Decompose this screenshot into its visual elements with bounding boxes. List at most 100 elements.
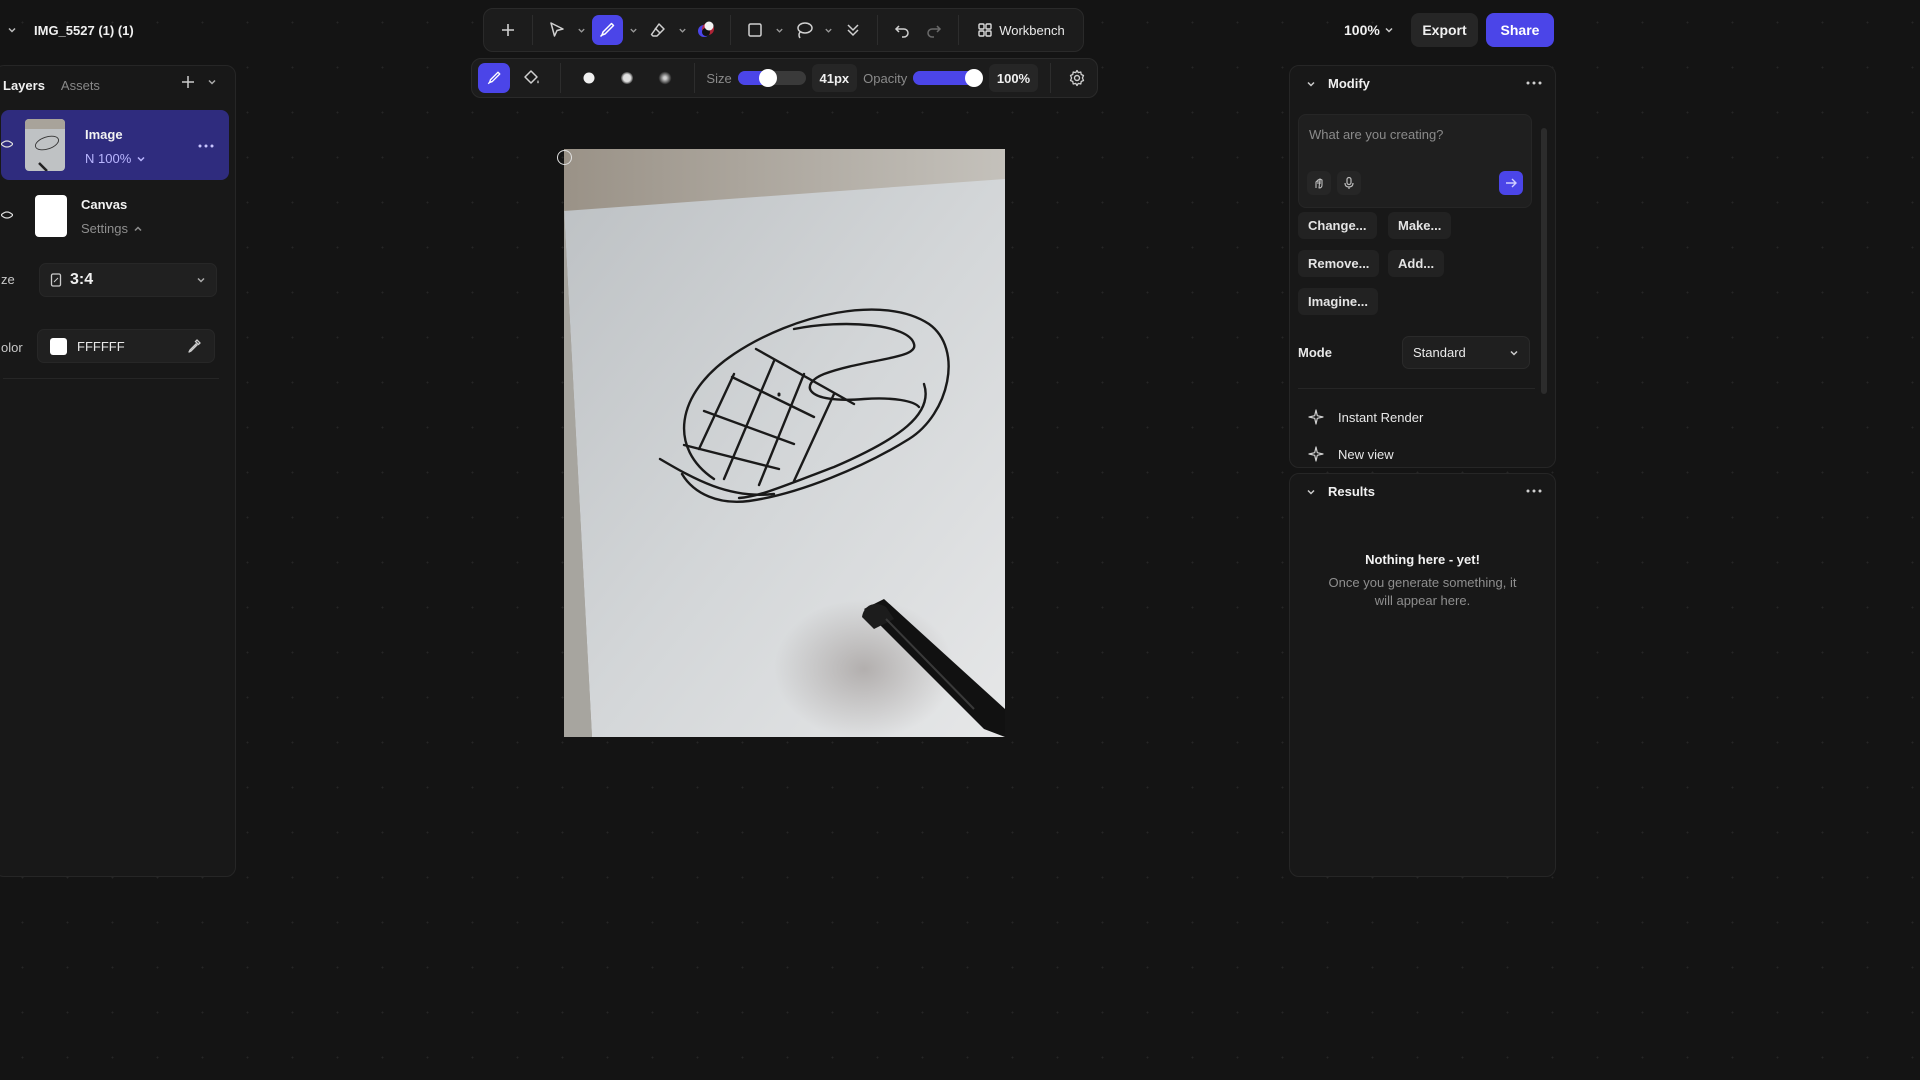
chevron-down-icon[interactable]: [627, 26, 640, 35]
brush-hardness-medium-icon[interactable]: [611, 63, 643, 93]
opacity-label: Opacity: [863, 70, 908, 86]
toolbar-divider: [877, 15, 878, 45]
canvas-size-label: ze: [1, 272, 15, 287]
eye-icon[interactable]: [1, 138, 13, 150]
zoom-value: 100%: [1344, 22, 1380, 38]
chevron-down-icon[interactable]: [676, 26, 689, 35]
opacity-slider[interactable]: [913, 69, 984, 87]
canvas-thumbnail: [35, 195, 67, 237]
canvas-settings-toggle[interactable]: Settings: [81, 221, 143, 236]
workbench-button[interactable]: Workbench: [969, 15, 1073, 45]
chevron-down-icon[interactable]: [0, 25, 24, 35]
toolbar-divider: [1050, 63, 1051, 93]
chevron-down-icon: [1384, 25, 1394, 35]
add-icon[interactable]: [494, 15, 522, 45]
fill-bucket-icon[interactable]: [516, 63, 548, 93]
more-options-icon[interactable]: [1525, 488, 1543, 494]
panel-divider: [1298, 388, 1535, 389]
toolbar-divider: [730, 15, 732, 45]
opacity-slider-knob[interactable]: [965, 69, 984, 87]
size-label: Size: [706, 70, 732, 86]
share-button[interactable]: Share: [1486, 13, 1554, 47]
more-options-icon[interactable]: [197, 143, 215, 149]
results-header[interactable]: Results: [1306, 484, 1375, 499]
brush-cursor: [557, 150, 572, 165]
sparkle-icon: [1308, 446, 1324, 462]
prompt-input[interactable]: [1309, 127, 1519, 142]
file-title: IMG_5527 (1) (1): [34, 22, 134, 38]
chip-add[interactable]: Add...: [1388, 250, 1445, 277]
modify-header[interactable]: Modify: [1306, 76, 1370, 91]
rectangle-icon[interactable]: [741, 15, 769, 45]
modify-panel: Modify Change... Make... Remove... Add..…: [1289, 65, 1556, 468]
opacity-value[interactable]: 100%: [988, 64, 1039, 92]
tab-layers[interactable]: Layers: [3, 78, 45, 93]
brush-tool-button[interactable]: [591, 15, 623, 45]
export-button[interactable]: Export: [1411, 13, 1478, 47]
canvas-color-label: olor: [1, 340, 23, 355]
aspect-ratio-select[interactable]: 3:4: [39, 263, 217, 297]
workbench-label: Workbench: [999, 22, 1065, 38]
size-slider[interactable]: [737, 69, 806, 87]
chevron-down-icon[interactable]: [773, 26, 786, 35]
canvas-image[interactable]: [564, 149, 1005, 737]
brush-hardness-hard-icon[interactable]: [573, 63, 605, 93]
submit-arrow-icon[interactable]: [1499, 171, 1523, 195]
canvas-color-field[interactable]: FFFFFF: [37, 329, 215, 363]
file-title-area[interactable]: IMG_5527 (1) (1): [0, 16, 134, 44]
brush-icon: [598, 21, 616, 39]
color-blob-icon[interactable]: [692, 15, 720, 45]
chevron-down-icon[interactable]: [207, 77, 217, 87]
layer-blend-value: N 100%: [85, 151, 132, 166]
zoom-dropdown[interactable]: 100%: [1344, 16, 1394, 44]
new-view-item[interactable]: New view: [1308, 446, 1394, 462]
instant-render-item[interactable]: Instant Render: [1308, 409, 1423, 425]
chevron-down-icon[interactable]: [575, 26, 588, 35]
results-panel: Results Nothing here - yet! Once you gen…: [1289, 473, 1556, 877]
lasso-icon[interactable]: [790, 15, 818, 45]
select-arrow-icon[interactable]: [543, 15, 571, 45]
layer-item-image[interactable]: Image N 100%: [1, 110, 229, 180]
layers-panel: Layers Assets Image N 100% Canvas Settin…: [0, 65, 236, 877]
gear-icon[interactable]: [1063, 63, 1091, 93]
color-swatch[interactable]: [50, 337, 67, 355]
chevron-up-icon: [133, 224, 143, 234]
add-layer-icon[interactable]: [181, 75, 195, 89]
redo-icon[interactable]: [920, 15, 948, 45]
sketch-hand-icon[interactable]: [1307, 171, 1331, 195]
sparkle-icon: [1308, 409, 1324, 425]
double-chevron-down-icon[interactable]: [839, 15, 867, 45]
mode-select[interactable]: Standard: [1402, 336, 1530, 369]
chevron-down-icon: [1509, 348, 1519, 358]
eraser-icon[interactable]: [644, 15, 672, 45]
eye-icon[interactable]: [1, 209, 13, 221]
scrollbar[interactable]: [1541, 128, 1547, 394]
layer-thumbnail: [25, 119, 65, 171]
left-panel-tabs: Layers Assets: [3, 74, 235, 96]
chevron-down-icon: [1306, 487, 1316, 497]
more-options-icon[interactable]: [1525, 80, 1543, 86]
canvas-settings-label: Settings: [81, 221, 128, 236]
layer-blend-opacity[interactable]: N 100%: [85, 151, 146, 166]
chip-imagine[interactable]: Imagine...: [1298, 288, 1378, 315]
undo-icon[interactable]: [888, 15, 916, 45]
layer-item-canvas[interactable]: Canvas Settings: [1, 182, 229, 252]
eyedropper-icon[interactable]: [186, 338, 202, 354]
size-slider-knob[interactable]: [758, 69, 777, 87]
grid-icon: [977, 22, 993, 38]
mode-label: Mode: [1298, 345, 1332, 360]
chip-remove[interactable]: Remove...: [1298, 250, 1380, 277]
brush-icon: [486, 70, 502, 86]
main-toolbar: Workbench: [483, 8, 1084, 52]
chevron-down-icon[interactable]: [822, 26, 835, 35]
tab-assets[interactable]: Assets: [61, 78, 100, 93]
chip-change[interactable]: Change...: [1298, 212, 1377, 239]
chip-make[interactable]: Make...: [1388, 212, 1452, 239]
microphone-icon[interactable]: [1337, 171, 1361, 195]
toolbar-divider: [560, 63, 562, 93]
brush-hardness-soft-icon[interactable]: [649, 63, 681, 93]
toolbar-divider: [693, 63, 695, 93]
chevron-down-icon: [1306, 79, 1316, 89]
size-value[interactable]: 41px: [811, 64, 858, 92]
brush-mode-button[interactable]: [478, 63, 511, 93]
